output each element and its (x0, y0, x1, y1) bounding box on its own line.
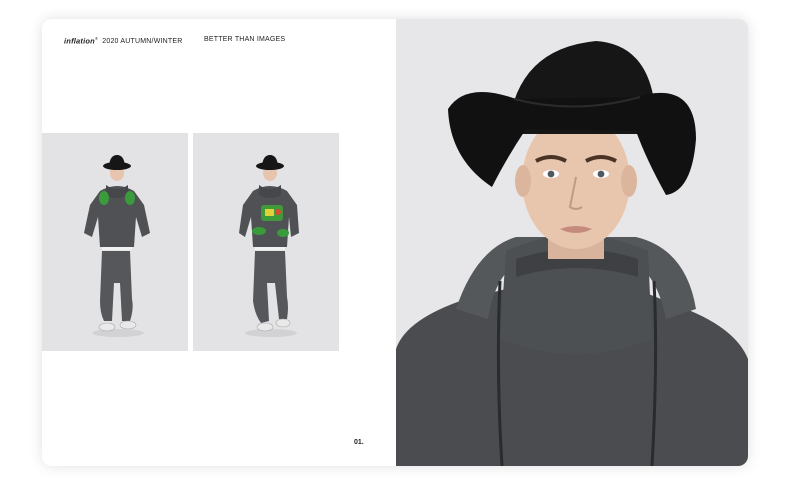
photo-model-gloves (42, 133, 188, 351)
left-page: inflation® 2020 AUTUMN/WINTER BETTER THA… (42, 19, 396, 466)
lookbook-spread: inflation® 2020 AUTUMN/WINTER BETTER THA… (42, 19, 748, 466)
brand-header: inflation® 2020 AUTUMN/WINTER (64, 36, 183, 45)
photo-model-bag (193, 133, 339, 351)
photo-portrait (396, 19, 748, 466)
brand-logo: inflation (64, 36, 95, 46)
tagline: BETTER THAN IMAGES (204, 36, 286, 43)
season-label: 2020 AUTUMN/WINTER (102, 38, 183, 46)
registered-mark: ® (94, 36, 99, 41)
page-number: 01. (354, 439, 364, 446)
